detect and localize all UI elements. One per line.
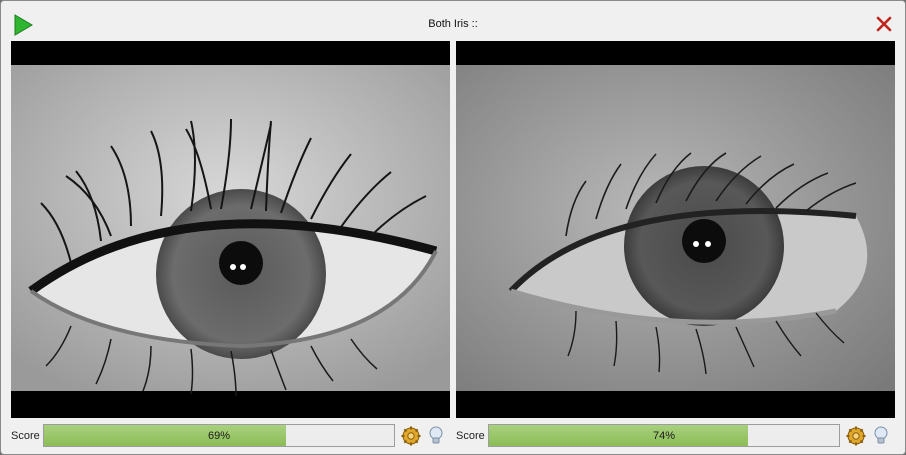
right-score-row: Score 74%	[456, 423, 896, 449]
score-label: Score	[456, 430, 485, 442]
gear-icon[interactable]	[846, 426, 866, 446]
title-bar: Both Iris ::	[1, 1, 905, 39]
score-label: Score	[11, 430, 40, 442]
left-score-text: 69%	[207, 430, 231, 442]
right-iris-image	[456, 41, 895, 418]
lightbulb-icon[interactable]	[873, 426, 889, 446]
right-score-text: 74%	[652, 430, 676, 442]
gear-icon[interactable]	[401, 426, 421, 446]
right-score-bar: 74%	[488, 424, 840, 447]
left-iris-image	[11, 41, 450, 418]
left-score-bar: 69%	[43, 424, 395, 447]
close-icon[interactable]	[876, 16, 892, 32]
lightbulb-icon[interactable]	[428, 426, 444, 446]
window-title: Both Iris ::	[428, 18, 478, 30]
iris-window: Both Iris :: Score 69% Score 74%	[0, 0, 906, 455]
left-score-row: Score 69%	[11, 423, 451, 449]
